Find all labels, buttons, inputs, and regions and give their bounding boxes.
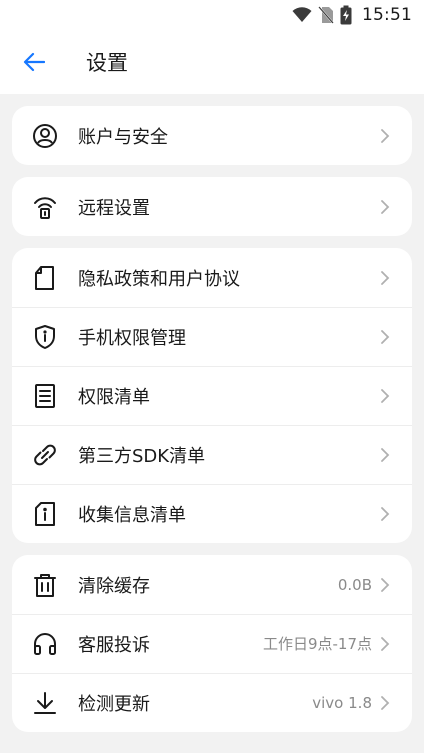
link-icon bbox=[32, 442, 58, 468]
service-hours-value: 工作日9点-17点 bbox=[262, 635, 372, 653]
settings-row-label: 隐私政策和用户协议 bbox=[78, 268, 240, 290]
settings-row-label: 检测更新 bbox=[78, 693, 150, 715]
settings-row-third-party-sdk[interactable]: 第三方SDK清单 bbox=[12, 425, 412, 484]
app-bar: 设置 bbox=[0, 30, 424, 94]
status-bar: 15:51 bbox=[0, 0, 424, 30]
trash-icon bbox=[32, 572, 58, 598]
headset-icon bbox=[32, 631, 58, 657]
settings-group-privacy: 隐私政策和用户协议 手机权限管理 权限清单 第三方SDK清单 收集信息清单 bbox=[12, 248, 412, 543]
back-button[interactable] bbox=[20, 48, 48, 76]
settings-group-system: 清除缓存 0.0B 客服投诉 工作日9点-17点 检测更新 vivo 1.8 bbox=[12, 555, 412, 732]
status-time: 15:51 bbox=[362, 5, 412, 25]
settings-row-account-security[interactable]: 账户与安全 bbox=[12, 106, 412, 165]
cache-size-value: 0.0B bbox=[337, 575, 372, 594]
chevron-right-icon bbox=[380, 128, 392, 144]
list-icon bbox=[32, 383, 58, 409]
settings-row-customer-service[interactable]: 客服投诉 工作日9点-17点 bbox=[12, 614, 412, 673]
chevron-right-icon bbox=[380, 695, 392, 711]
no-sim-icon bbox=[318, 6, 334, 24]
settings-row-remote-settings[interactable]: 远程设置 bbox=[12, 177, 412, 236]
shield-icon bbox=[32, 324, 58, 350]
settings-row-label: 手机权限管理 bbox=[78, 327, 186, 349]
settings-row-label: 账户与安全 bbox=[78, 126, 168, 148]
settings-row-check-update[interactable]: 检测更新 vivo 1.8 bbox=[12, 673, 412, 732]
info-document-icon bbox=[32, 501, 58, 527]
settings-row-label: 清除缓存 bbox=[78, 575, 150, 597]
settings-row-phone-permissions[interactable]: 手机权限管理 bbox=[12, 307, 412, 366]
wifi-icon bbox=[292, 7, 312, 22]
account-circle-icon bbox=[32, 123, 58, 149]
download-icon bbox=[32, 690, 58, 716]
settings-row-label: 远程设置 bbox=[78, 197, 150, 219]
arrow-left-icon bbox=[23, 52, 45, 72]
chevron-right-icon bbox=[380, 447, 392, 463]
chevron-right-icon bbox=[380, 388, 392, 404]
settings-row-clear-cache[interactable]: 清除缓存 0.0B bbox=[12, 555, 412, 614]
remote-antenna-icon bbox=[32, 194, 58, 220]
settings-row-label: 收集信息清单 bbox=[78, 504, 186, 526]
page-title: 设置 bbox=[86, 51, 128, 75]
version-value: vivo 1.8 bbox=[312, 693, 372, 712]
settings-row-label: 客服投诉 bbox=[78, 634, 150, 656]
chevron-right-icon bbox=[380, 506, 392, 522]
settings-row-label: 第三方SDK清单 bbox=[78, 445, 206, 467]
settings-row-permission-list[interactable]: 权限清单 bbox=[12, 366, 412, 425]
settings-row-privacy-policy[interactable]: 隐私政策和用户协议 bbox=[12, 248, 412, 307]
document-icon bbox=[32, 265, 58, 291]
settings-row-label: 权限清单 bbox=[78, 386, 150, 408]
settings-list: 账户与安全 远程设置 隐私政策和用户协议 手机权限管理 权限清单 第三方SDK清… bbox=[0, 94, 424, 732]
battery-charging-icon bbox=[340, 5, 352, 25]
settings-group-account: 账户与安全 bbox=[12, 106, 412, 165]
chevron-right-icon bbox=[380, 329, 392, 345]
settings-group-remote: 远程设置 bbox=[12, 177, 412, 236]
chevron-right-icon bbox=[380, 199, 392, 215]
settings-row-collected-info[interactable]: 收集信息清单 bbox=[12, 484, 412, 543]
chevron-right-icon bbox=[380, 270, 392, 286]
chevron-right-icon bbox=[380, 636, 392, 652]
chevron-right-icon bbox=[380, 577, 392, 593]
